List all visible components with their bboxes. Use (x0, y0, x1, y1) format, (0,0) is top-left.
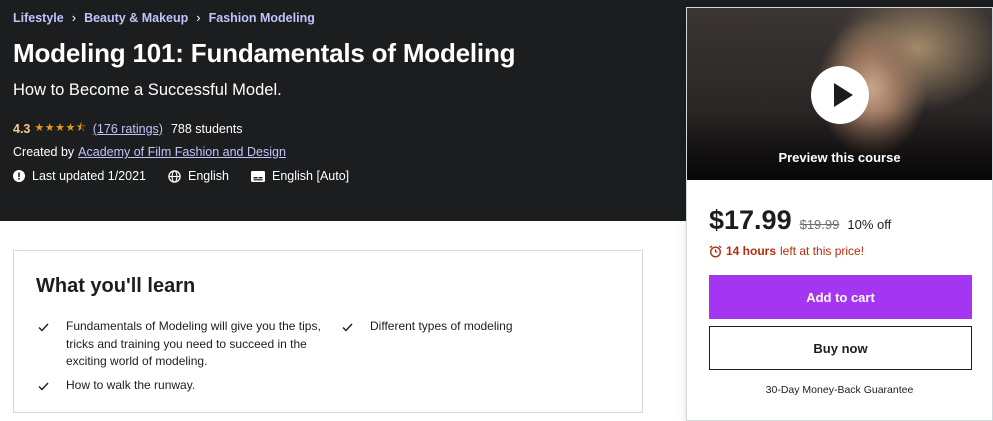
chevron-right-icon: › (71, 10, 77, 25)
star-icon: ★★★★⯪ (34, 122, 87, 134)
learn-item-text: How to walk the runway. (66, 378, 196, 392)
play-icon[interactable] (811, 66, 869, 124)
course-preview[interactable]: Preview this course (687, 8, 992, 180)
captions-icon (251, 170, 265, 182)
learn-item: Different types of modeling (342, 318, 632, 338)
ratings-count-link[interactable]: (176 ratings) (93, 122, 163, 136)
globe-icon (168, 169, 181, 183)
timer-text: left at this price! (780, 244, 865, 258)
students-count: 788 students (170, 121, 243, 136)
buy-now-button[interactable]: Buy now (709, 326, 972, 370)
breadcrumb: Lifestyle › Beauty & Makeup › Fashion Mo… (13, 10, 315, 25)
original-price: $19.99 (799, 217, 840, 232)
discount-percent: 10% off (847, 217, 892, 232)
timer-hours: 14 hours (726, 244, 777, 258)
language: English (168, 169, 229, 183)
current-price: $17.99 (709, 205, 792, 235)
breadcrumb-item-fashion-modeling[interactable]: Fashion Modeling (209, 11, 315, 25)
last-updated-text: Last updated 1/2021 (32, 169, 146, 183)
course-meta: Last updated 1/2021 English English [Aut… (13, 169, 371, 183)
what-you-learn-box: What you'll learn Fundamentals of Modeli… (13, 250, 643, 413)
rating-value: 4.3 (13, 121, 31, 136)
learn-item-text: Different types of modeling (370, 319, 513, 333)
learn-item: Fundamentals of Modeling will give you t… (38, 318, 338, 371)
breadcrumb-item-beauty-makeup[interactable]: Beauty & Makeup (84, 11, 188, 25)
created-by: Created by Academy of Film Fashion and De… (13, 145, 286, 159)
check-icon (342, 323, 353, 332)
language-text: English (188, 169, 229, 183)
breadcrumb-item-lifestyle[interactable]: Lifestyle (13, 11, 64, 25)
learn-item: How to walk the runway. (38, 377, 338, 397)
chevron-right-icon: › (196, 10, 201, 25)
created-by-label: Created by (13, 145, 75, 159)
preview-label[interactable]: Preview this course (687, 150, 992, 165)
what-you-learn-title: What you'll learn (36, 275, 196, 297)
captions-text: English [Auto] (272, 169, 350, 183)
add-to-cart-button[interactable]: Add to cart (709, 275, 972, 319)
check-icon (38, 323, 49, 332)
course-title: Modeling 101: Fundamentals of Modeling (13, 38, 516, 68)
rating-row: 4.3 ★★★★⯪ (176 ratings) 788 students (13, 119, 243, 138)
purchase-card: Preview this course $17.99 $19.99 10% of… (686, 7, 993, 421)
learn-item-text: Fundamentals of Modeling will give you t… (66, 319, 321, 368)
author-link[interactable]: Academy of Film Fashion and Design (78, 145, 286, 159)
last-updated: Last updated 1/2021 (13, 169, 146, 183)
check-icon (38, 382, 49, 391)
alarm-clock-icon (709, 244, 722, 258)
captions: English [Auto] (251, 169, 349, 183)
price-row: $17.99 $19.99 10% off (709, 205, 891, 236)
course-subtitle: How to Become a Successful Model. (13, 81, 282, 99)
alert-icon (13, 170, 25, 182)
price-timer: 14 hours left at this price! (709, 244, 864, 258)
money-back-guarantee: 30-Day Money-Back Guarantee (765, 384, 914, 396)
